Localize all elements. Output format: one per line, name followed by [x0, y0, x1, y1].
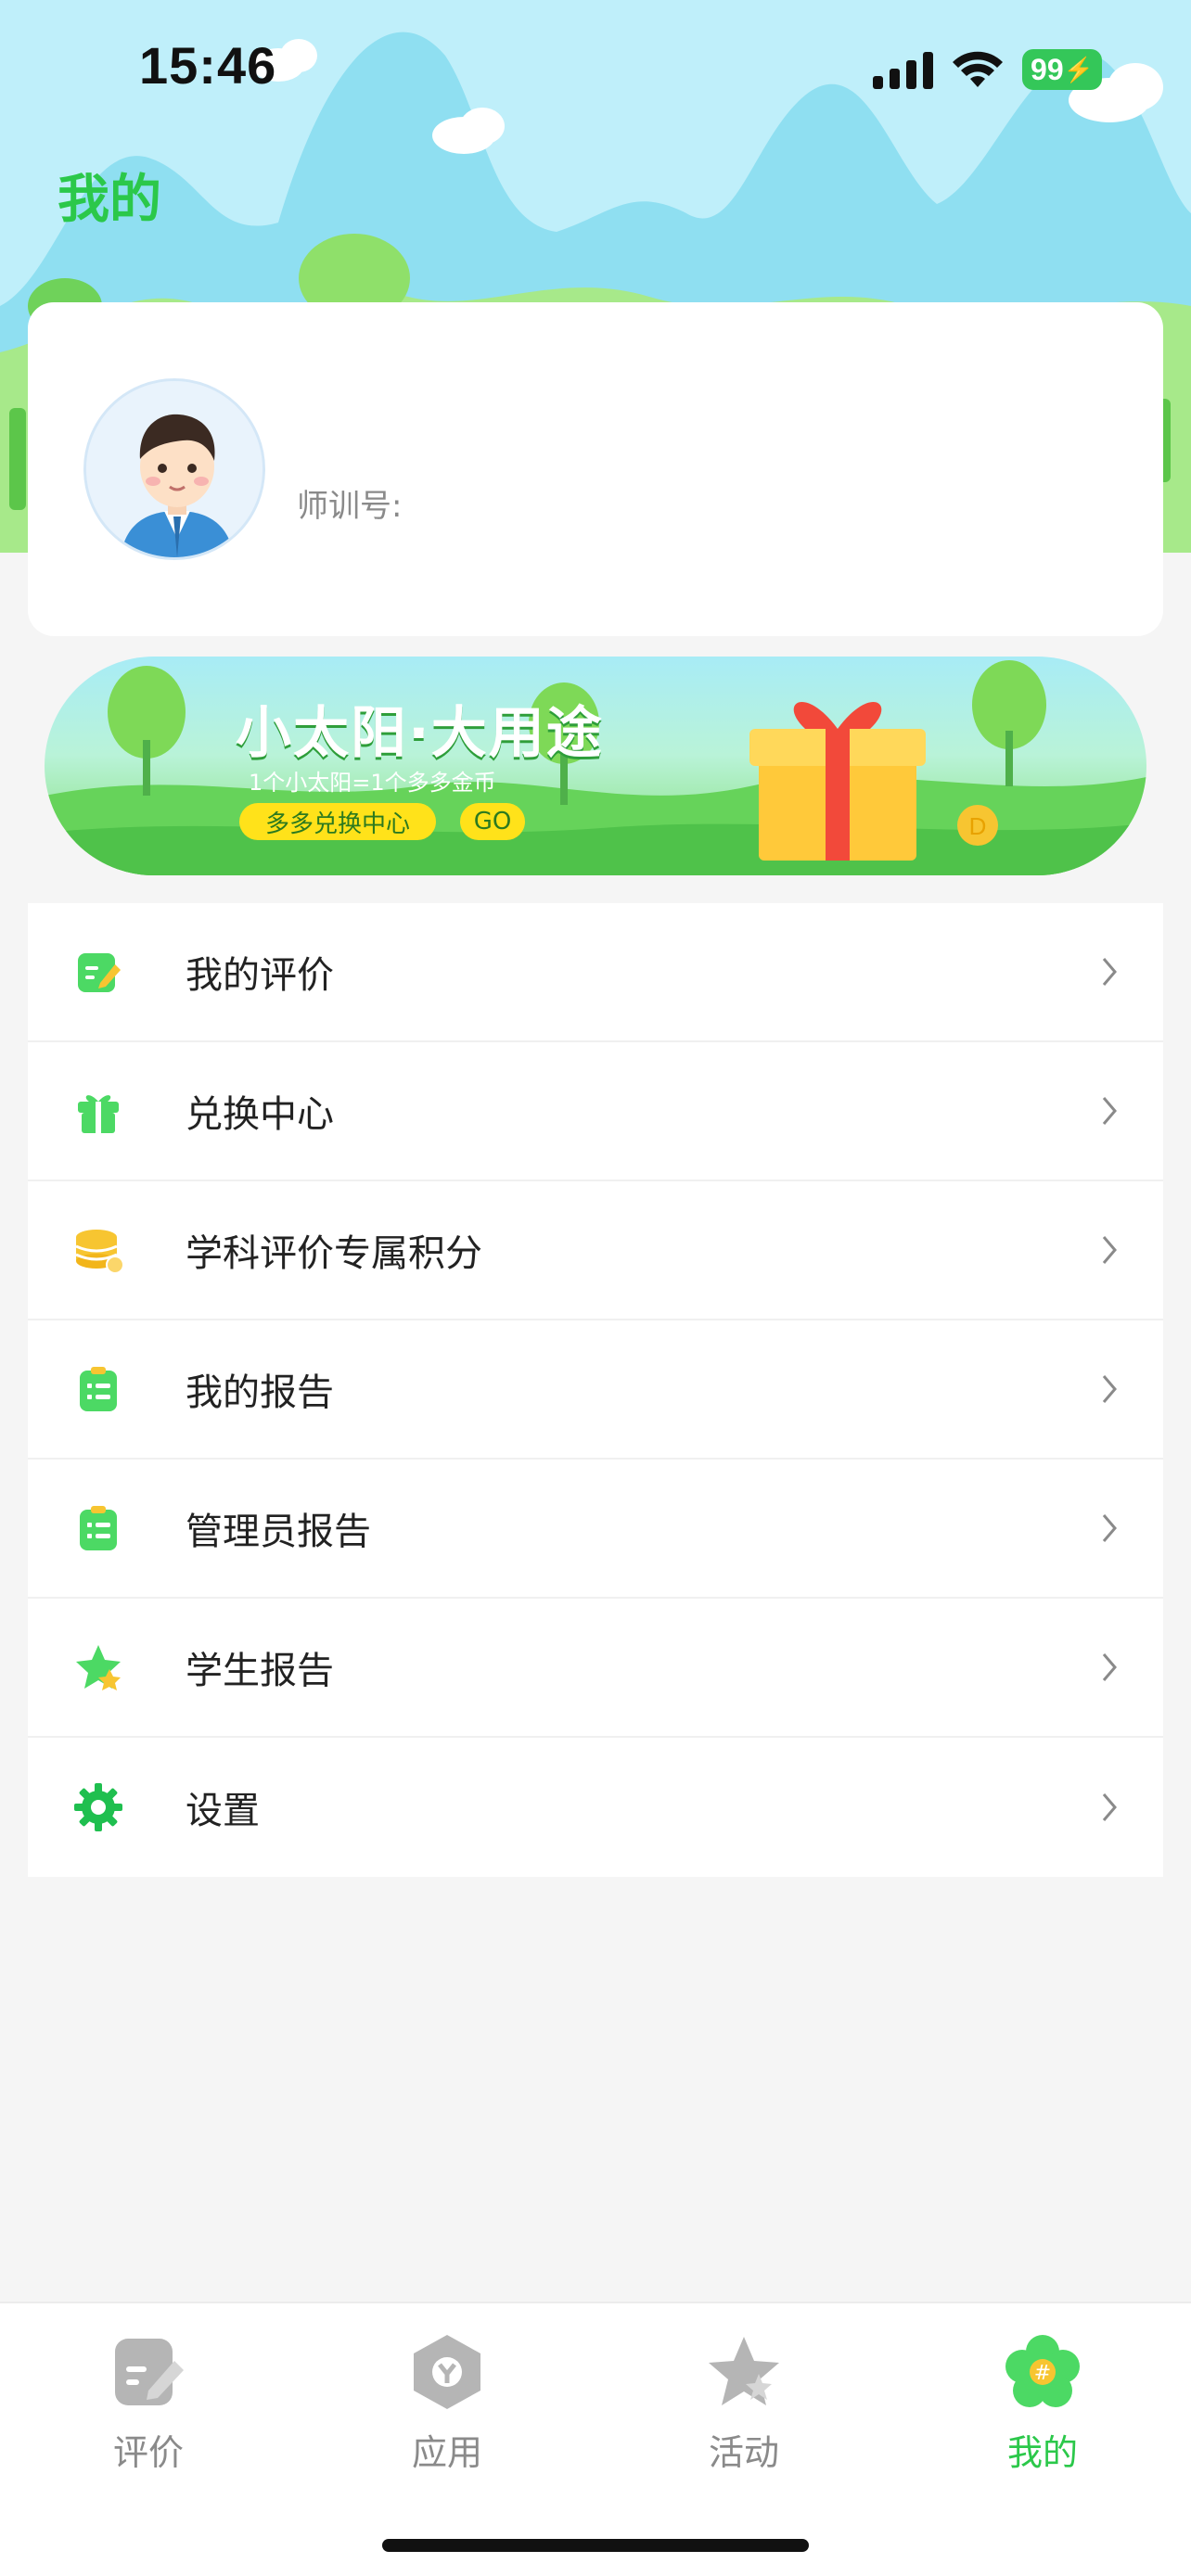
menu-item-label: 设置: [186, 1790, 260, 1832]
gear-icon: [74, 1783, 122, 1831]
menu-item-label: 兑换中心: [186, 1093, 334, 1136]
evaluation-icon: [78, 953, 121, 992]
menu-item-student-report[interactable]: 学生报告: [28, 1599, 1163, 1738]
chevron-right-icon: [1102, 1236, 1117, 1264]
banner-title: 小太阳·大用途: [236, 701, 604, 766]
tab-bar: 评价 应用 活动 # 我的: [0, 2302, 1191, 2576]
tab-label: 活动: [708, 2432, 779, 2473]
banner-subtitle: 1个小太阳=1个多多金币: [249, 770, 496, 796]
activities-tab-icon: [709, 2337, 779, 2405]
gift-icon: [78, 1095, 119, 1133]
menu-item-admin-report[interactable]: 管理员报告: [28, 1460, 1163, 1599]
chevron-right-icon: [1102, 1514, 1117, 1542]
chevron-right-icon: [1102, 1793, 1117, 1821]
coins-icon: [75, 1230, 124, 1274]
tab-mine[interactable]: # 我的: [950, 2331, 1135, 2480]
menu-item-settings[interactable]: 设置: [28, 1738, 1163, 1877]
svg-text:#: #: [1034, 2362, 1051, 2385]
trainee-id-label: 师训号:: [297, 488, 403, 525]
tab-activities[interactable]: 活动: [651, 2331, 837, 2480]
exchange-banner[interactable]: D 小太阳·大用途 1个小太阳=1个多多金币 多多兑换中心 GO: [45, 657, 1146, 875]
menu-item-label: 学科评价专属积分: [186, 1232, 482, 1275]
go-button[interactable]: GO: [460, 803, 525, 840]
exchange-center-button[interactable]: 多多兑换中心: [239, 803, 437, 840]
chevron-right-icon: [1102, 1653, 1117, 1681]
menu-item-label: 我的评价: [186, 954, 334, 997]
apps-tab-icon: [414, 2335, 480, 2409]
report-icon: [80, 1367, 117, 1411]
menu-item-label: 管理员报告: [186, 1511, 371, 1553]
chevron-right-icon: [1102, 1375, 1117, 1403]
star-icon: [76, 1645, 121, 1690]
cellular-signal-icon: [873, 50, 933, 89]
chevron-right-icon: [1102, 1097, 1117, 1125]
tab-label: 我的: [1006, 2432, 1078, 2473]
status-time: 15:46: [139, 36, 277, 95]
tab-label: 应用: [411, 2432, 482, 2473]
admin-report-icon: [80, 1506, 117, 1550]
menu-item-subject-points[interactable]: 学科评价专属积分: [28, 1181, 1163, 1320]
tab-apps[interactable]: 应用: [354, 2331, 540, 2480]
wifi-icon: [953, 51, 1003, 87]
menu-item-exchange-center[interactable]: 兑换中心: [28, 1042, 1163, 1181]
menu-item-label: 我的报告: [186, 1371, 334, 1414]
menu-item-label: 学生报告: [186, 1650, 334, 1692]
mine-tab-icon: #: [1005, 2335, 1080, 2407]
avatar[interactable]: [83, 378, 265, 560]
tab-evaluation[interactable]: 评价: [56, 2331, 241, 2480]
battery-icon: 99 ⚡: [1022, 49, 1102, 90]
status-icons: 99 ⚡: [873, 45, 1102, 95]
menu-item-my-report[interactable]: 我的报告: [28, 1320, 1163, 1460]
page-title: 我的: [58, 170, 161, 230]
svg-text:D: D: [969, 812, 987, 840]
tab-label: 评价: [112, 2432, 184, 2473]
menu-item-my-evaluation[interactable]: 我的评价: [28, 903, 1163, 1042]
menu-list: 我的评价 兑换中心 学科评价专属积分 我的报告 管理员报告 学生报告 设置: [28, 903, 1163, 1877]
evaluation-tab-icon: [115, 2339, 184, 2405]
profile-card[interactable]: 师训号:: [28, 302, 1163, 636]
chevron-right-icon: [1102, 958, 1117, 986]
home-indicator: [382, 2539, 809, 2552]
